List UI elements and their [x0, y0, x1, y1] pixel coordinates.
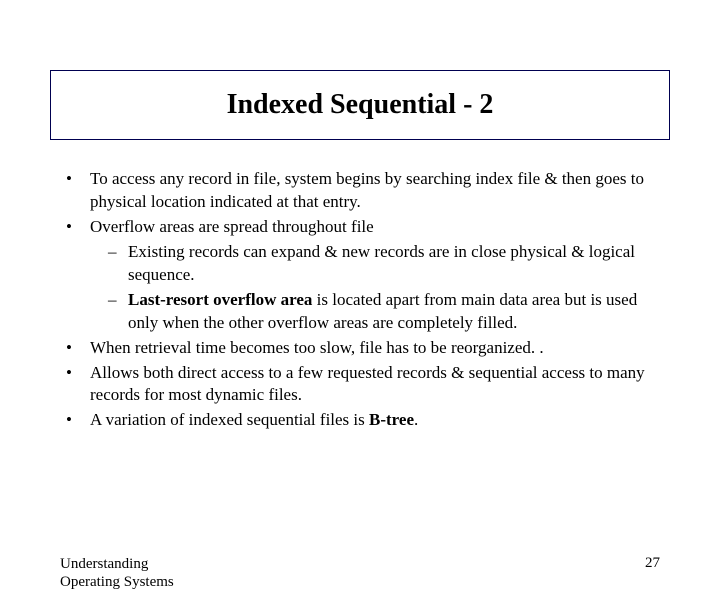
- bullet-text: A variation of indexed sequential files …: [90, 410, 369, 429]
- page-number: 27: [645, 555, 660, 572]
- bold-term: B-tree: [369, 410, 414, 429]
- slide-title: Indexed Sequential - 2: [51, 89, 669, 121]
- list-item: Existing records can expand & new record…: [108, 241, 660, 287]
- sub-bullet-list: Existing records can expand & new record…: [90, 241, 660, 335]
- footer-text-line1: Understanding: [60, 555, 174, 574]
- list-item: Last-resort overflow area is located apa…: [108, 289, 660, 335]
- bold-term: Last-resort overflow area: [128, 290, 312, 309]
- footer-text-line2: Operating Systems: [60, 573, 174, 592]
- bullet-text: Overflow areas are spread throughout fil…: [90, 217, 374, 236]
- list-item: Allows both direct access to a few reque…: [60, 362, 660, 408]
- list-item: Overflow areas are spread throughout fil…: [60, 216, 660, 335]
- footer-left: Understanding Operating Systems: [60, 555, 174, 593]
- title-box: Indexed Sequential - 2: [50, 70, 670, 140]
- footer: Understanding Operating Systems 27: [60, 555, 660, 593]
- content-area: To access any record in file, system beg…: [60, 168, 660, 432]
- list-item: To access any record in file, system beg…: [60, 168, 660, 214]
- bullet-list: To access any record in file, system beg…: [60, 168, 660, 432]
- bullet-text: .: [414, 410, 418, 429]
- list-item: A variation of indexed sequential files …: [60, 409, 660, 432]
- list-item: When retrieval time becomes too slow, fi…: [60, 337, 660, 360]
